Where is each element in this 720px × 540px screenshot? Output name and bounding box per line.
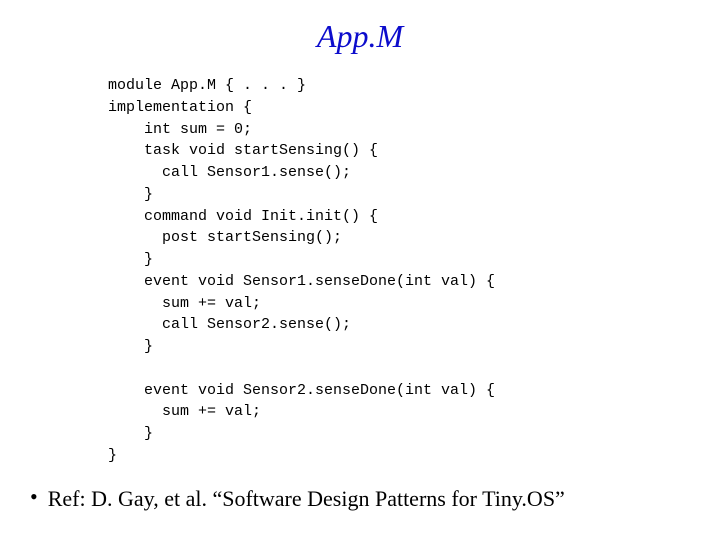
page-title: App.M (0, 18, 720, 55)
reference-text: Ref: D. Gay, et al. “Software Design Pat… (48, 486, 565, 511)
slide: App.M module App.M { . . . } implementat… (0, 0, 720, 540)
code-block: module App.M { . . . } implementation { … (108, 75, 495, 467)
bullet-icon: • (30, 484, 38, 510)
reference-line: • Ref: D. Gay, et al. “Software Design Pa… (30, 486, 565, 512)
